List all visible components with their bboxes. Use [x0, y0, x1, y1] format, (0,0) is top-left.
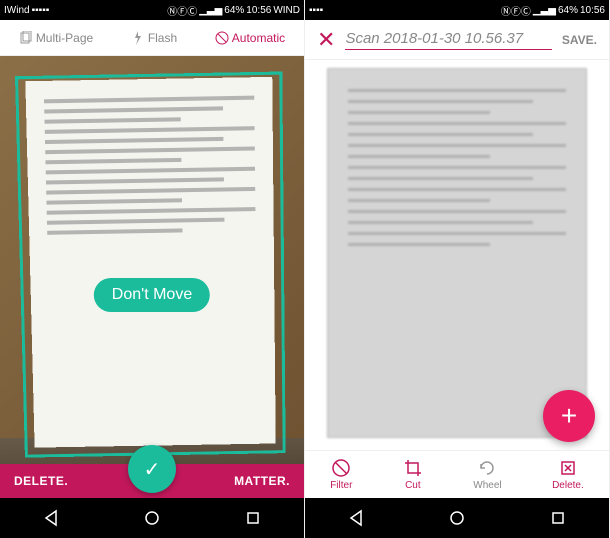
hold-still-badge: Don't Move [94, 278, 210, 312]
scanned-page-preview[interactable] [327, 68, 587, 438]
edit-tabbar: Filter Cut Wheel Delete. [305, 450, 609, 498]
multipage-label: Multi-Page [36, 31, 93, 45]
status-notification-icons: ▪▪▪▪▪ [32, 5, 50, 16]
status-bar: ▪▪▪▪ ⓃⒻⒸ ▁▃▅ 64% 10:56 [305, 0, 609, 20]
delete-button[interactable]: DELETE. [14, 474, 68, 488]
filter-tab[interactable]: Filter [330, 458, 352, 491]
automatic-label: Automatic [232, 31, 285, 45]
nfc-icon: ⓃⒻⒸ [167, 3, 197, 18]
nfc-icon: ⓃⒻⒸ [501, 3, 531, 18]
matter-button[interactable]: MATTER. [234, 474, 290, 488]
edit-header: ✕ Scan 2018-01-30 10.56.37 SAVE. [305, 20, 609, 60]
close-button[interactable]: ✕ [313, 27, 339, 53]
signal-icon: ▁▃▅ [533, 5, 556, 16]
status-bar: IWind ▪▪▪▪▪ ⓃⒻⒸ ▁▃▅ 64% 10:56 WIND [0, 0, 304, 20]
filter-icon [331, 458, 351, 478]
back-button[interactable] [336, 509, 376, 527]
wheel-tab[interactable]: Wheel [473, 458, 501, 491]
status-notification-icons: ▪▪▪▪ [309, 5, 323, 16]
recent-button[interactable] [233, 509, 273, 527]
home-button[interactable] [132, 509, 172, 527]
wheel-label: Wheel [473, 480, 501, 491]
multipage-button[interactable]: Multi-Page [19, 31, 93, 45]
delete-icon [558, 458, 578, 478]
android-nav-bar [305, 498, 609, 538]
battery-label: 64% [558, 5, 578, 16]
check-icon: ✓ [144, 457, 161, 482]
home-button[interactable] [437, 509, 477, 527]
rotate-icon [477, 458, 497, 478]
plus-icon: + [561, 400, 577, 432]
add-page-button[interactable]: + [543, 390, 595, 442]
preview-area: + [305, 60, 609, 450]
flash-label: Flash [148, 31, 177, 45]
capture-toolbar: Multi-Page Flash Automatic [0, 20, 304, 56]
save-button[interactable]: SAVE. [558, 33, 601, 47]
battery-label: 64% [224, 5, 244, 16]
delete-tab[interactable]: Delete. [552, 458, 584, 491]
flash-icon [131, 31, 145, 45]
close-icon: ✕ [317, 27, 335, 52]
preview-screen: ▪▪▪▪ ⓃⒻⒸ ▁▃▅ 64% 10:56 ✕ Scan 2018-01-30… [305, 0, 610, 538]
cut-tab[interactable]: Cut [403, 458, 423, 491]
scan-title-input[interactable]: Scan 2018-01-30 10.56.37 [345, 30, 551, 50]
back-button[interactable] [31, 509, 71, 527]
signal-icon: ▁▃▅ [199, 5, 222, 16]
crop-icon [403, 458, 423, 478]
cut-label: Cut [405, 480, 421, 491]
capture-button[interactable]: ✓ [128, 445, 176, 493]
carrier-right-label: WIND [273, 5, 300, 16]
delete-label: Delete. [552, 480, 584, 491]
filter-label: Filter [330, 480, 352, 491]
automatic-button[interactable]: Automatic [215, 31, 285, 45]
multipage-icon [19, 31, 33, 45]
flash-button[interactable]: Flash [131, 31, 177, 45]
android-nav-bar [0, 498, 304, 538]
crop-frame[interactable] [15, 72, 286, 458]
capture-screen: IWind ▪▪▪▪▪ ⓃⒻⒸ ▁▃▅ 64% 10:56 WIND Multi… [0, 0, 305, 538]
clock-label: 10:56 [246, 5, 271, 16]
automatic-icon [215, 31, 229, 45]
clock-label: 10:56 [580, 5, 605, 16]
carrier-label: IWind [4, 5, 30, 16]
recent-button[interactable] [538, 509, 578, 527]
